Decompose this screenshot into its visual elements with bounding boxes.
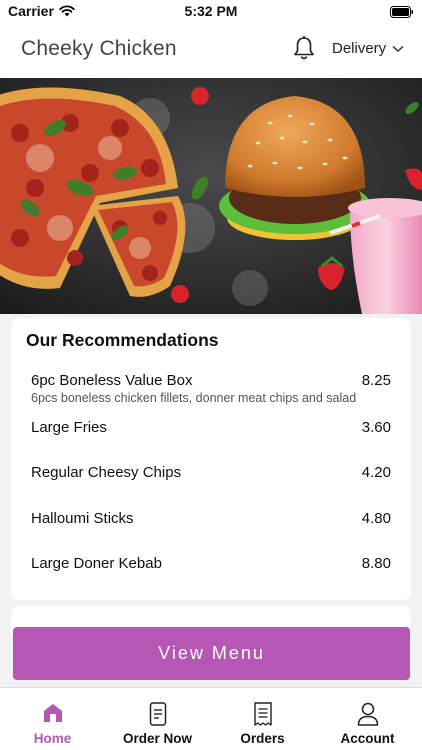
menu-item-price: 4.20 bbox=[361, 464, 391, 481]
menu-item-name: Large Doner Kebab bbox=[31, 555, 162, 572]
delivery-mode-dropdown[interactable]: Delivery bbox=[332, 40, 404, 57]
menu-item-row[interactable]: Halloumi Sticks 4.80 bbox=[31, 510, 391, 527]
app-header: Cheeky Chicken Delivery bbox=[0, 22, 422, 78]
menu-item-price: 4.80 bbox=[361, 510, 391, 527]
view-menu-button[interactable]: View Menu bbox=[13, 627, 410, 680]
tab-order-now[interactable]: Order Now bbox=[105, 688, 210, 750]
menu-item-price: 3.60 bbox=[361, 419, 391, 436]
home-icon bbox=[43, 704, 62, 722]
battery-icon bbox=[390, 5, 414, 21]
menu-item-price: 8.80 bbox=[361, 555, 391, 572]
chevron-down-icon bbox=[392, 45, 404, 52]
bottom-tab-bar: Home Order Now Orders Account bbox=[0, 687, 422, 750]
tab-label: Home bbox=[33, 731, 72, 746]
phone-order-icon bbox=[149, 702, 166, 726]
receipt-icon bbox=[253, 702, 272, 726]
delivery-mode-label: Delivery bbox=[332, 40, 387, 57]
hero-food-image bbox=[0, 78, 422, 314]
menu-item-row[interactable]: Large Fries 3.60 bbox=[31, 419, 391, 436]
tab-label: Order Now bbox=[122, 731, 192, 746]
menu-item-name: Regular Cheesy Chips bbox=[31, 464, 182, 481]
tab-label: Orders bbox=[240, 731, 285, 746]
status-bar: Carrier 5:32 PM bbox=[0, 0, 422, 22]
recommendations-heading: Our Recommendations bbox=[26, 330, 219, 350]
tab-account[interactable]: Account bbox=[315, 688, 420, 750]
tab-label: Account bbox=[340, 731, 395, 746]
tab-home[interactable]: Home bbox=[0, 688, 105, 750]
menu-item-price: 8.25 bbox=[361, 372, 391, 389]
menu-item-name: Halloumi Sticks bbox=[31, 510, 134, 527]
tab-orders[interactable]: Orders bbox=[210, 688, 315, 750]
recommendations-card: Our Recommendations 6pc Boneless Value B… bbox=[11, 318, 411, 600]
restaurant-title: Cheeky Chicken bbox=[21, 37, 177, 60]
clock: 5:32 PM bbox=[184, 3, 238, 19]
menu-item-name: 6pc Boneless Value Box bbox=[31, 372, 193, 389]
menu-item-row[interactable]: 6pc Boneless Value Box 8.25 6pcs boneles… bbox=[31, 372, 391, 405]
menu-item-name: Large Fries bbox=[31, 419, 107, 436]
menu-item-description: 6pcs boneless chicken fillets, donner me… bbox=[31, 391, 357, 405]
menu-item-row[interactable]: Large Doner Kebab 8.80 bbox=[31, 555, 391, 572]
notifications-bell-icon[interactable] bbox=[292, 35, 316, 66]
person-icon bbox=[357, 702, 378, 726]
menu-item-row[interactable]: Regular Cheesy Chips 4.20 bbox=[31, 464, 391, 481]
